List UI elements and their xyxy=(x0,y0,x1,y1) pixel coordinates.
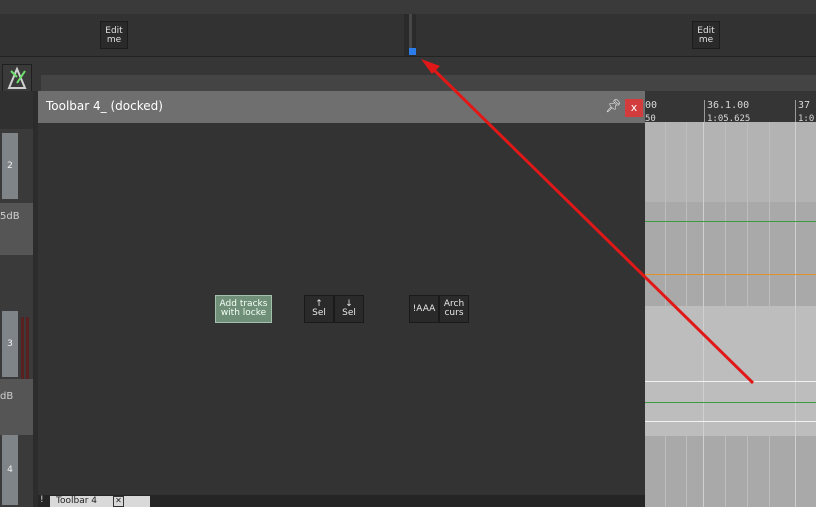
ruler-bar-label: 36.1.00 xyxy=(707,100,750,111)
tab-close-icon[interactable]: ✕ xyxy=(113,496,124,507)
toolbar-4-tab[interactable]: Toolbar 4 xyxy=(50,496,150,507)
track-2-volume-area: 5dB xyxy=(0,203,33,255)
toolbar-title: Toolbar 4_ (docked) xyxy=(46,99,163,113)
volume-envelope[interactable] xyxy=(645,221,816,222)
arch-curs-button[interactable]: Arch curs xyxy=(439,295,469,323)
track-number: 2 xyxy=(2,133,18,199)
grid-line xyxy=(769,122,770,507)
envelope-line xyxy=(645,381,816,382)
grid-line xyxy=(703,122,704,507)
pin-icon[interactable]: 📌︎ xyxy=(605,100,622,114)
secondary-bar-strip xyxy=(41,75,816,91)
edit-me-button-1[interactable]: Edit me xyxy=(100,21,128,49)
track-3-lane[interactable] xyxy=(645,306,816,436)
grid-line xyxy=(686,122,687,507)
ruler-tick xyxy=(795,100,796,122)
toolbar-titlebar[interactable]: Toolbar 4_ (docked) 📌︎ x xyxy=(38,91,645,123)
ruler-tick xyxy=(704,100,705,122)
aaa-button[interactable]: !AAA xyxy=(409,295,439,323)
track-4-lane[interactable] xyxy=(645,436,816,507)
timeline-ruler[interactable]: 00 50 36.1.00 1:05.625 37 1:0 xyxy=(645,91,816,124)
grid-line xyxy=(665,122,666,507)
top-strip xyxy=(0,0,816,14)
grid-line xyxy=(747,122,748,507)
docker-tab-strip: ! Toolbar 4 ✕ xyxy=(38,495,645,507)
track-2-panel[interactable]: 2 xyxy=(0,129,33,203)
grid-line xyxy=(795,122,796,507)
add-tracks-with-locke-button[interactable]: Add tracks with locke xyxy=(215,295,272,323)
track-number: 4 xyxy=(2,435,18,505)
pan-envelope[interactable] xyxy=(645,274,816,275)
volume-envelope[interactable] xyxy=(645,402,816,403)
metronome-icon[interactable] xyxy=(2,64,32,92)
docker-menu-icon[interactable]: ! xyxy=(40,495,44,505)
track-4-panel[interactable]: 4 xyxy=(0,435,33,507)
toolbar-body: Add tracks with locke ↑ Sel ↓ Sel !AAA A… xyxy=(38,123,645,495)
track-number: 3 xyxy=(2,311,18,377)
empty-track-area xyxy=(0,255,33,307)
edit-me-button-2[interactable]: Edit me xyxy=(692,21,720,49)
grid-line xyxy=(725,122,726,507)
select-up-button[interactable]: ↑ Sel xyxy=(304,295,334,323)
empty-lane[interactable] xyxy=(645,202,816,306)
track-volume-text: dB xyxy=(0,391,14,402)
track-control-panel: 2 5dB 3 dB 4 xyxy=(0,91,33,507)
select-down-button[interactable]: ↓ Sel xyxy=(334,295,364,323)
track-meter xyxy=(21,317,24,379)
track-2-lane[interactable] xyxy=(645,122,816,202)
ruler-bar-label: 00 xyxy=(645,100,658,111)
track-meter xyxy=(26,317,29,379)
track-3-panel[interactable]: 3 xyxy=(0,307,33,379)
splitter-handle[interactable] xyxy=(409,48,416,55)
splitter-line xyxy=(409,14,412,48)
track-3-volume-area: dB xyxy=(0,379,33,435)
close-button[interactable]: x xyxy=(625,99,643,117)
ruler-bar-label: 37 xyxy=(798,100,811,111)
arrange-view[interactable] xyxy=(645,122,816,507)
track-volume-text: 5dB xyxy=(0,211,20,222)
envelope-line xyxy=(645,421,816,422)
